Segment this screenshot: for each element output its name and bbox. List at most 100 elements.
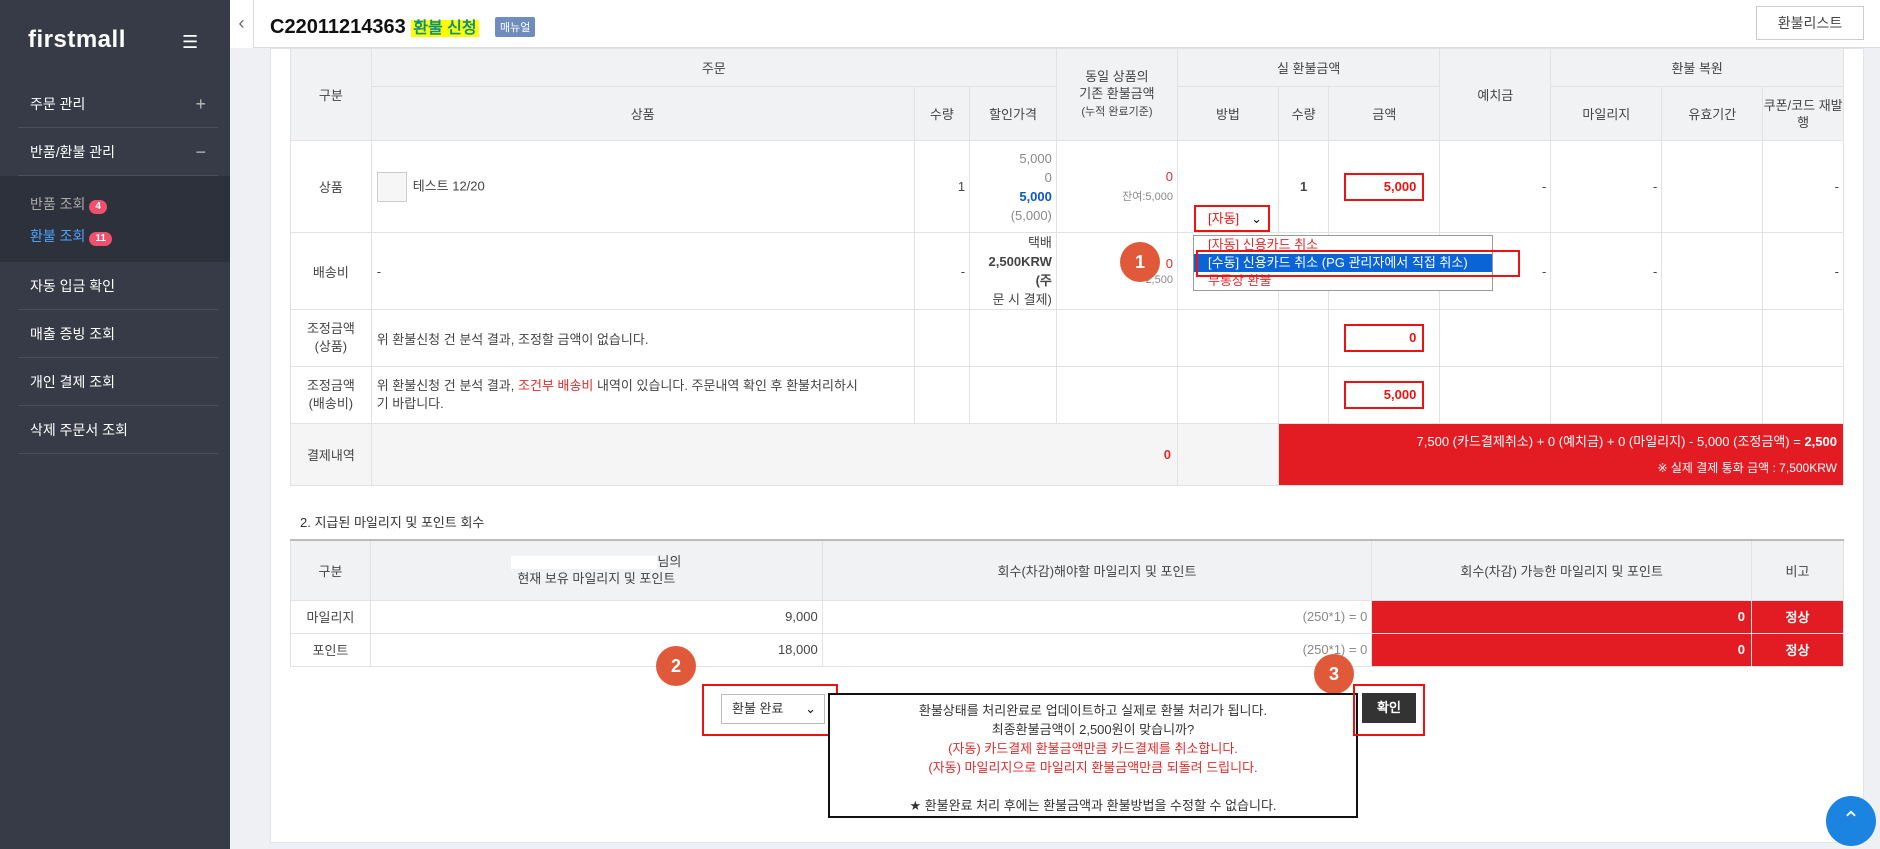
menu-icon[interactable]: ☰ <box>182 32 198 53</box>
row-label-text: (상품) <box>314 339 348 354</box>
pay-summary-total: 2,500 <box>1804 433 1837 449</box>
empty-cell <box>1550 309 1663 367</box>
deposit-cell: - <box>1439 140 1552 233</box>
status-select-value: 환불 완료 <box>732 701 784 716</box>
header-text: 동일 상품의 <box>1085 69 1149 84</box>
adj1-amount-cell: 0 <box>1328 309 1441 367</box>
sidebar-item-personal-pay[interactable]: 개인 결제 조회 <box>18 358 218 406</box>
sidebar-sub-refund[interactable]: 환불 조회 11 <box>30 226 112 246</box>
adj1-amount-input[interactable]: 0 <box>1344 324 1425 352</box>
adj2-text-part: 내역이 있습니다. 주문내역 확인 후 환불처리하시 <box>593 378 858 393</box>
plus-icon: + <box>195 94 206 114</box>
ship-fee: 2,500KRW (주 <box>988 254 1052 288</box>
pay-summary: 7,500 (카드결제취소) + 0 (예치금) + 0 (마일리지) - 5,… <box>1277 423 1845 486</box>
header-recover: 회수(차감)해야할 마일리지 및 포인트 <box>821 539 1373 601</box>
chevron-down-icon: ⌄ <box>1251 211 1262 226</box>
pay-value: 0 <box>370 423 1178 486</box>
possible-cell: 0 <box>1371 632 1753 667</box>
adj2-text-part: 기 바랍니다. <box>376 396 444 411</box>
product-name[interactable]: 테스트 12/20 <box>413 178 485 193</box>
table-row: 조정금액 (배송비) 위 환불신청 건 분석 결과, 조건부 배송비 내역이 있습… <box>290 366 1844 424</box>
amount-cell: 5,000 <box>1328 140 1441 233</box>
note-cell: 정상 <box>1751 599 1844 634</box>
empty-cell <box>1176 423 1279 486</box>
method-select-value: [자동] <box>1208 211 1240 226</box>
empty-cell <box>1762 309 1844 367</box>
empty-cell <box>969 366 1057 424</box>
empty-cell <box>1439 309 1552 367</box>
prev-refund: 0 <box>1165 168 1173 184</box>
header-qty: 수량 <box>913 86 971 141</box>
confirm-line: (자동) 카드결제 환불금액만큼 카드결제를 취소합니다. <box>948 741 1238 756</box>
price-cell: 5,000 0 5,000 (5,000) <box>969 140 1057 233</box>
pay-summary-text: 7,500 (카드결제취소) + 0 (예치금) + 0 (마일리지) - 5,… <box>1416 433 1805 449</box>
empty-cell <box>1176 366 1279 424</box>
empty-cell <box>1661 309 1764 367</box>
row-label: 마일리지 <box>290 599 371 634</box>
mileage-cell: - <box>1550 140 1663 233</box>
table-row: 마일리지 9,000 (250*1) = 0 0 정상 <box>290 599 1844 634</box>
product-thumbnail[interactable] <box>376 171 407 202</box>
status-select[interactable]: 환불 완료 ⌄ <box>721 694 825 724</box>
empty-cell <box>1550 366 1663 424</box>
sidebar-sub-return[interactable]: 반품 조회 4 <box>30 194 107 214</box>
order-number: C22011214363 <box>270 16 406 38</box>
table-row: 결제내역 0 7,500 (카드결제취소) + 0 (예치금) + 0 (마일리… <box>290 423 1845 486</box>
table-row: 조정금액 (상품) 위 환불신청 건 분석 결과, 조정할 금액이 없습니다. 0 <box>290 309 1844 367</box>
refund-table: 구분 주문 동일 상품의 기존 환불금액 (누적 완료기준) 실 환불금액 예치금 … <box>290 48 1845 486</box>
sidebar-item-sales-proof[interactable]: 매출 증빙 조회 <box>18 310 218 358</box>
refund-list-button[interactable]: 환불리스트 <box>1756 6 1864 40</box>
sidebar-item-label: 삭제 주문서 조회 <box>30 422 128 438</box>
ship-coupon-cell: - <box>1762 232 1844 310</box>
ship-type: 택배 <box>1027 235 1052 250</box>
header-text: 기존 환불금액 <box>1079 86 1155 101</box>
table-row: 상품 테스트 12/20 1 5,000 0 5,000 (5,000) 0 잔여:5,… <box>290 140 1844 233</box>
header-possible: 회수(차감) 가능한 마일리지 및 포인트 <box>1371 539 1753 601</box>
ship-fee-note: 문 시 결제) <box>992 292 1052 307</box>
header-product: 상품 <box>370 86 915 141</box>
header-qty2: 수량 <box>1277 86 1330 141</box>
header-hold: 님의 현재 보유 마일리지 및 포인트 <box>369 539 823 601</box>
sidebar-item-label: 매출 증빙 조회 <box>30 326 116 342</box>
adj2-amount-input[interactable]: 5,000 <box>1344 381 1425 409</box>
confirm-button[interactable]: 확인 <box>1362 693 1416 723</box>
count-badge: 4 <box>89 200 107 214</box>
sidebar-item-auto-deposit[interactable]: 자동 입금 확인 <box>18 262 218 310</box>
adj2-amount-cell: 5,000 <box>1328 366 1441 424</box>
valid-cell <box>1661 140 1764 233</box>
method-select[interactable]: [자동] ⌄ <box>1194 205 1270 232</box>
table-row: 배송비 - - 택배 2,500KRW (주 문 시 결제) 0 2,500 - - … <box>290 232 1844 310</box>
ship-product-cell: - <box>370 232 915 310</box>
ship-qty-cell: - <box>913 232 971 310</box>
pay-note: ※ 실제 결제 통화 금액 : 7,500KRW <box>1657 460 1837 475</box>
empty-cell <box>1762 366 1844 424</box>
empty-cell <box>913 309 971 367</box>
header-deposit: 예치금 <box>1439 48 1552 141</box>
adj2-text-part: 위 환불신청 건 분석 결과, <box>376 378 518 393</box>
minus-icon: − <box>195 142 206 162</box>
confirm-message: 환불상태를 처리완료로 업데이트하고 실제로 환불 처리가 됩니다. 최종환불금… <box>828 693 1358 818</box>
sidebar-item-order[interactable]: 주문 관리 + <box>18 80 218 128</box>
price-final: 5,000 <box>1019 188 1052 204</box>
coupon-cell: - <box>1762 140 1844 233</box>
qty-cell: 1 <box>913 140 971 233</box>
empty-cell <box>1176 309 1279 367</box>
sidebar-item-refund[interactable]: 반품/환불 관리 − <box>18 128 218 176</box>
product-cell: 테스트 12/20 <box>370 140 915 233</box>
empty-cell <box>1439 366 1552 424</box>
chevron-left-icon[interactable]: ‹ <box>230 0 254 48</box>
row-label-text: 조정금액 <box>306 321 355 336</box>
formula-cell: (250*1) = 0 <box>821 599 1373 634</box>
amount-input[interactable]: 5,000 <box>1344 172 1425 201</box>
empty-cell <box>969 309 1057 367</box>
empty-cell <box>1055 366 1178 424</box>
manual-badge[interactable]: 매뉴얼 <box>495 17 536 37</box>
logo[interactable]: firstmall <box>28 26 126 54</box>
scroll-top-icon[interactable]: ⌃ <box>1826 796 1876 846</box>
sidebar-item-deleted-orders[interactable]: 삭제 주문서 조회 <box>18 406 218 454</box>
header-valid: 유효기간 <box>1661 86 1764 141</box>
step-marker-1: 1 <box>1120 242 1160 282</box>
section2-title: 2. 지급된 마일리지 및 포인트 회수 <box>300 515 485 530</box>
row-label: 결제내역 <box>290 423 372 486</box>
ship-valid-cell <box>1661 232 1764 310</box>
